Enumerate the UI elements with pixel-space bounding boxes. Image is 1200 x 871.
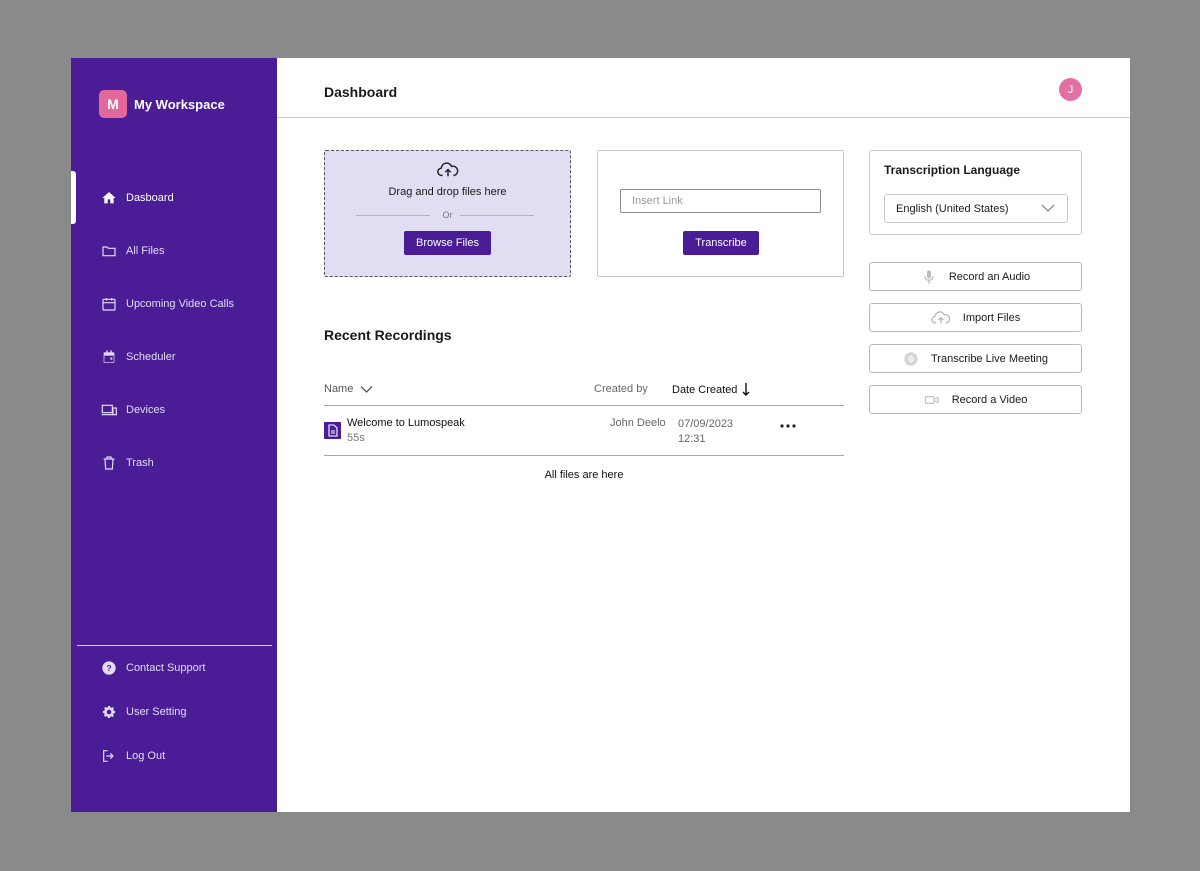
sidebar-item-devices[interactable]: Devices [71, 383, 277, 436]
workspace-switcher[interactable]: M My Workspace [99, 90, 225, 118]
workspace-name: My Workspace [134, 96, 225, 112]
sidebar-item-log-out[interactable]: Log Out [71, 734, 277, 778]
transcription-language-panel: Transcription Language English (United S… [869, 150, 1082, 235]
table-header: Name Created by Date Created [324, 378, 844, 406]
page-title: Dashboard [324, 84, 398, 100]
sidebar-item-label: Trash [126, 456, 154, 469]
dropzone-divider-right [460, 215, 534, 216]
app-window: M My Workspace Dasboard All Files Upcomi… [71, 58, 1130, 812]
sidebar-bottom-nav: ? Contact Support User Setting Log Out [71, 646, 277, 778]
gear-icon [101, 704, 117, 720]
sidebar-item-trash[interactable]: Trash [71, 436, 277, 489]
browse-files-button[interactable]: Browse Files [404, 231, 491, 255]
all-files-link[interactable]: All files are here [324, 469, 844, 481]
transcribe-live-meeting-label: Transcribe Live Meeting [931, 352, 1048, 365]
recording-date-time: 12:31 [678, 433, 706, 445]
column-name-header[interactable]: Name [324, 383, 373, 395]
import-files-button[interactable]: Import Files [869, 303, 1082, 332]
transcription-language-title: Transcription Language [884, 163, 1021, 177]
sidebar-item-user-setting[interactable]: User Setting [71, 690, 277, 734]
recording-created-by: John Deelo [610, 417, 666, 429]
calendar-event-icon [101, 349, 117, 365]
sidebar-item-label: Log Out [126, 750, 166, 762]
recording-name: Welcome to Lumospeak [347, 417, 465, 429]
header: Dashboard J [277, 58, 1130, 118]
sidebar-item-label: Devices [126, 403, 166, 416]
chevron-down-icon [1041, 204, 1055, 212]
transcribe-live-meeting-button[interactable]: Transcribe Live Meeting [869, 344, 1082, 373]
sidebar-item-label: Upcoming Video Calls [126, 297, 235, 310]
language-select[interactable]: English (United States) [884, 194, 1068, 223]
link-transcribe-panel: Transcribe [597, 150, 844, 277]
more-options-icon[interactable] [779, 419, 797, 433]
recording-duration: 55s [347, 432, 365, 444]
cloud-upload-icon [437, 162, 459, 177]
import-files-label: Import Files [962, 311, 1021, 324]
recordings-table: Name Created by Date Created Welcome to … [324, 378, 844, 481]
file-dropzone[interactable]: Drag and drop files here Or Browse Files [324, 150, 571, 277]
sidebar-item-all-files[interactable]: All Files [71, 224, 277, 277]
table-row[interactable]: Welcome to Lumospeak 55s John Deelo 07/0… [324, 406, 844, 456]
sidebar-item-upcoming-video-calls[interactable]: Upcoming Video Calls [71, 277, 277, 330]
sidebar-item-scheduler[interactable]: Scheduler [71, 330, 277, 383]
microphone-icon [921, 269, 937, 285]
calendar-icon [101, 296, 117, 312]
recording-date: 07/09/2023 12:31 [678, 417, 733, 447]
dropzone-text: Drag and drop files here [388, 186, 507, 198]
sidebar-item-label: Contact Support [126, 662, 206, 674]
record-audio-label: Record an Audio [948, 270, 1031, 283]
home-icon [101, 190, 117, 206]
file-icon [324, 422, 341, 439]
recent-recordings-title: Recent Recordings [324, 327, 452, 343]
column-name-label: Name [324, 383, 354, 395]
trash-icon [101, 455, 117, 471]
chevron-down-icon [360, 385, 373, 393]
language-selected-value: English (United States) [896, 202, 1009, 215]
video-camera-icon [924, 392, 940, 408]
recording-date-day: 07/09/2023 [678, 418, 734, 430]
svg-text:?: ? [106, 663, 111, 673]
user-avatar[interactable]: J [1059, 78, 1082, 101]
sidebar-item-label: Dasboard [126, 191, 174, 204]
column-date-created-header[interactable]: Date Created [672, 383, 750, 396]
sidebar-item-contact-support[interactable]: ? Contact Support [71, 646, 277, 690]
sidebar-item-label: User Setting [126, 706, 187, 718]
sidebar-nav: Dasboard All Files Upcoming Video Calls … [71, 171, 277, 489]
record-audio-button[interactable]: Record an Audio [869, 262, 1082, 291]
main-content: Dashboard J Drag and drop files here Or … [277, 58, 1130, 812]
sidebar-item-label: Scheduler [126, 350, 176, 363]
folder-icon [101, 243, 117, 259]
logout-icon [101, 748, 117, 764]
workspace-avatar: M [99, 90, 127, 118]
cloud-upload-icon [931, 310, 951, 326]
live-meeting-icon [903, 351, 919, 367]
sort-descending-icon [742, 383, 750, 396]
sidebar: M My Workspace Dasboard All Files Upcomi… [71, 58, 277, 812]
sidebar-item-label: All Files [126, 244, 165, 257]
transcribe-button[interactable]: Transcribe [683, 231, 759, 255]
column-date-created-label: Date Created [672, 383, 738, 396]
sidebar-item-dashboard[interactable]: Dasboard [71, 171, 277, 224]
record-video-label: Record a Video [951, 393, 1028, 406]
link-input[interactable] [620, 189, 821, 213]
help-icon: ? [101, 660, 117, 676]
devices-icon [101, 402, 117, 418]
record-video-button[interactable]: Record a Video [869, 385, 1082, 414]
column-created-by-header[interactable]: Created by [594, 383, 648, 395]
